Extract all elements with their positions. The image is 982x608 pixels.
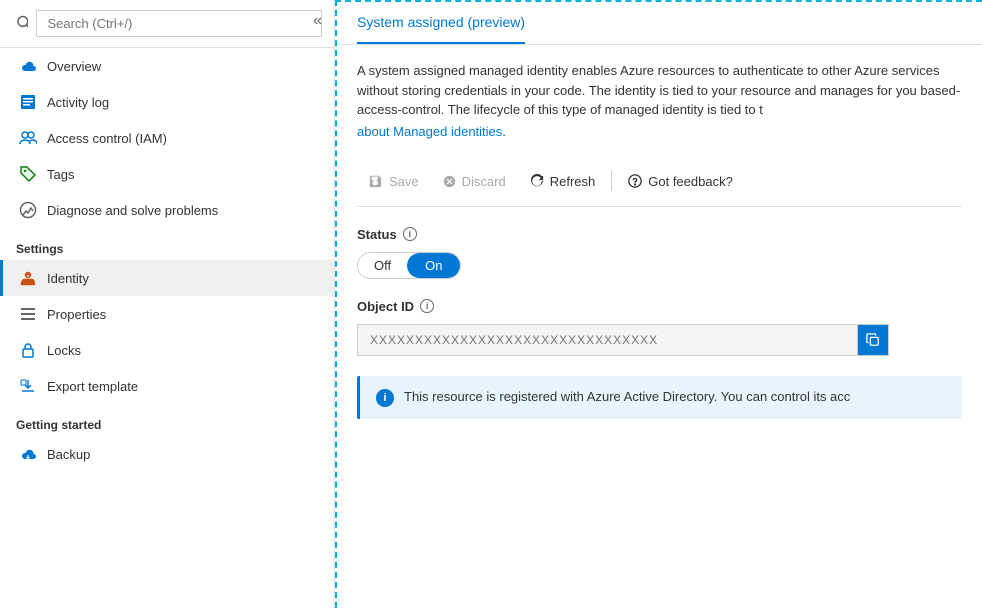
copy-icon <box>866 333 880 347</box>
sidebar-item-properties-label: Properties <box>47 307 106 322</box>
info-banner: i This resource is registered with Azure… <box>357 376 962 419</box>
search-bar[interactable] <box>0 0 334 48</box>
sidebar-item-overview-label: Overview <box>47 59 101 74</box>
feedback-label: Got feedback? <box>648 174 733 189</box>
status-toggle[interactable]: Off On <box>357 252 461 279</box>
sidebar-item-identity-label: Identity <box>47 271 89 286</box>
managed-identities-link[interactable]: about Managed identities <box>357 124 502 139</box>
main-content: System assigned (preview) A system assig… <box>335 0 982 608</box>
object-id-info-icon[interactable]: i <box>420 299 434 313</box>
sidebar-item-tags[interactable]: Tags <box>0 156 334 192</box>
activity-log-icon <box>19 93 37 111</box>
sidebar-item-tags-label: Tags <box>47 167 74 182</box>
sidebar-item-backup-label: Backup <box>47 447 90 462</box>
diagnose-icon <box>19 201 37 219</box>
getting-started-section-header: Getting started <box>0 404 334 436</box>
object-id-row <box>357 324 962 356</box>
status-section: Status i Off On <box>357 227 962 279</box>
export-template-icon <box>19 377 37 395</box>
sidebar-item-diagnose[interactable]: Diagnose and solve problems <box>0 192 334 228</box>
save-label: Save <box>389 174 419 189</box>
sidebar-item-access-control[interactable]: Access control (IAM) <box>0 120 334 156</box>
object-id-label: Object ID i <box>357 299 962 314</box>
sidebar-item-overview[interactable]: Overview <box>0 48 334 84</box>
object-id-input[interactable] <box>357 324 857 356</box>
toggle-on-option[interactable]: On <box>407 253 460 278</box>
sidebar-item-diagnose-label: Diagnose and solve problems <box>47 203 218 218</box>
content-area: A system assigned managed identity enabl… <box>337 45 982 608</box>
discard-button[interactable]: Discard <box>431 169 518 194</box>
description-body: A system assigned managed identity enabl… <box>357 63 960 117</box>
sidebar-item-activity-log[interactable]: Activity log <box>0 84 334 120</box>
tags-icon <box>19 165 37 183</box>
sidebar-item-activity-log-label: Activity log <box>47 95 109 110</box>
status-info-icon[interactable]: i <box>403 227 417 241</box>
toggle-off-option[interactable]: Off <box>358 253 407 278</box>
toolbar-divider <box>611 171 612 191</box>
save-button[interactable]: Save <box>357 169 431 194</box>
status-label: Status i <box>357 227 962 242</box>
info-banner-icon: i <box>376 389 394 407</box>
tabs-bar: System assigned (preview) <box>337 2 982 45</box>
sidebar-item-locks[interactable]: Locks <box>0 332 334 368</box>
sidebar-item-export-template-label: Export template <box>47 379 138 394</box>
sidebar: « Overview Activity log <box>0 0 335 608</box>
tab-system-assigned[interactable]: System assigned (preview) <box>357 2 525 44</box>
object-id-section: Object ID i <box>357 299 962 356</box>
access-control-icon <box>19 129 37 147</box>
discard-icon <box>443 175 456 188</box>
locks-icon <box>19 341 37 359</box>
sidebar-item-properties[interactable]: Properties <box>0 296 334 332</box>
sidebar-item-export-template[interactable]: Export template <box>0 368 334 404</box>
settings-section-header: Settings <box>0 228 334 260</box>
sidebar-item-locks-label: Locks <box>47 343 81 358</box>
description-link-suffix: . <box>502 124 506 139</box>
discard-label: Discard <box>462 174 506 189</box>
save-icon <box>369 174 383 188</box>
cloud-icon <box>19 57 37 75</box>
backup-icon <box>19 445 37 463</box>
toolbar: Save Discard Refresh <box>357 155 962 207</box>
sidebar-item-identity[interactable]: Identity <box>0 260 334 296</box>
sidebar-item-access-control-label: Access control (IAM) <box>47 131 167 146</box>
collapse-button[interactable]: « <box>309 10 326 32</box>
refresh-label: Refresh <box>550 174 596 189</box>
copy-object-id-button[interactable] <box>857 324 889 356</box>
feedback-button[interactable]: Got feedback? <box>616 169 745 194</box>
search-icon <box>12 15 28 33</box>
info-banner-text: This resource is registered with Azure A… <box>404 388 850 406</box>
feedback-icon <box>628 174 642 188</box>
refresh-icon <box>530 174 544 188</box>
search-input[interactable] <box>36 10 322 37</box>
properties-icon <box>19 305 37 323</box>
refresh-button[interactable]: Refresh <box>518 169 608 194</box>
sidebar-item-backup[interactable]: Backup <box>0 436 334 472</box>
description-text: A system assigned managed identity enabl… <box>357 61 962 120</box>
sidebar-nav: Overview Activity log <box>0 48 334 608</box>
identity-icon <box>19 269 37 287</box>
